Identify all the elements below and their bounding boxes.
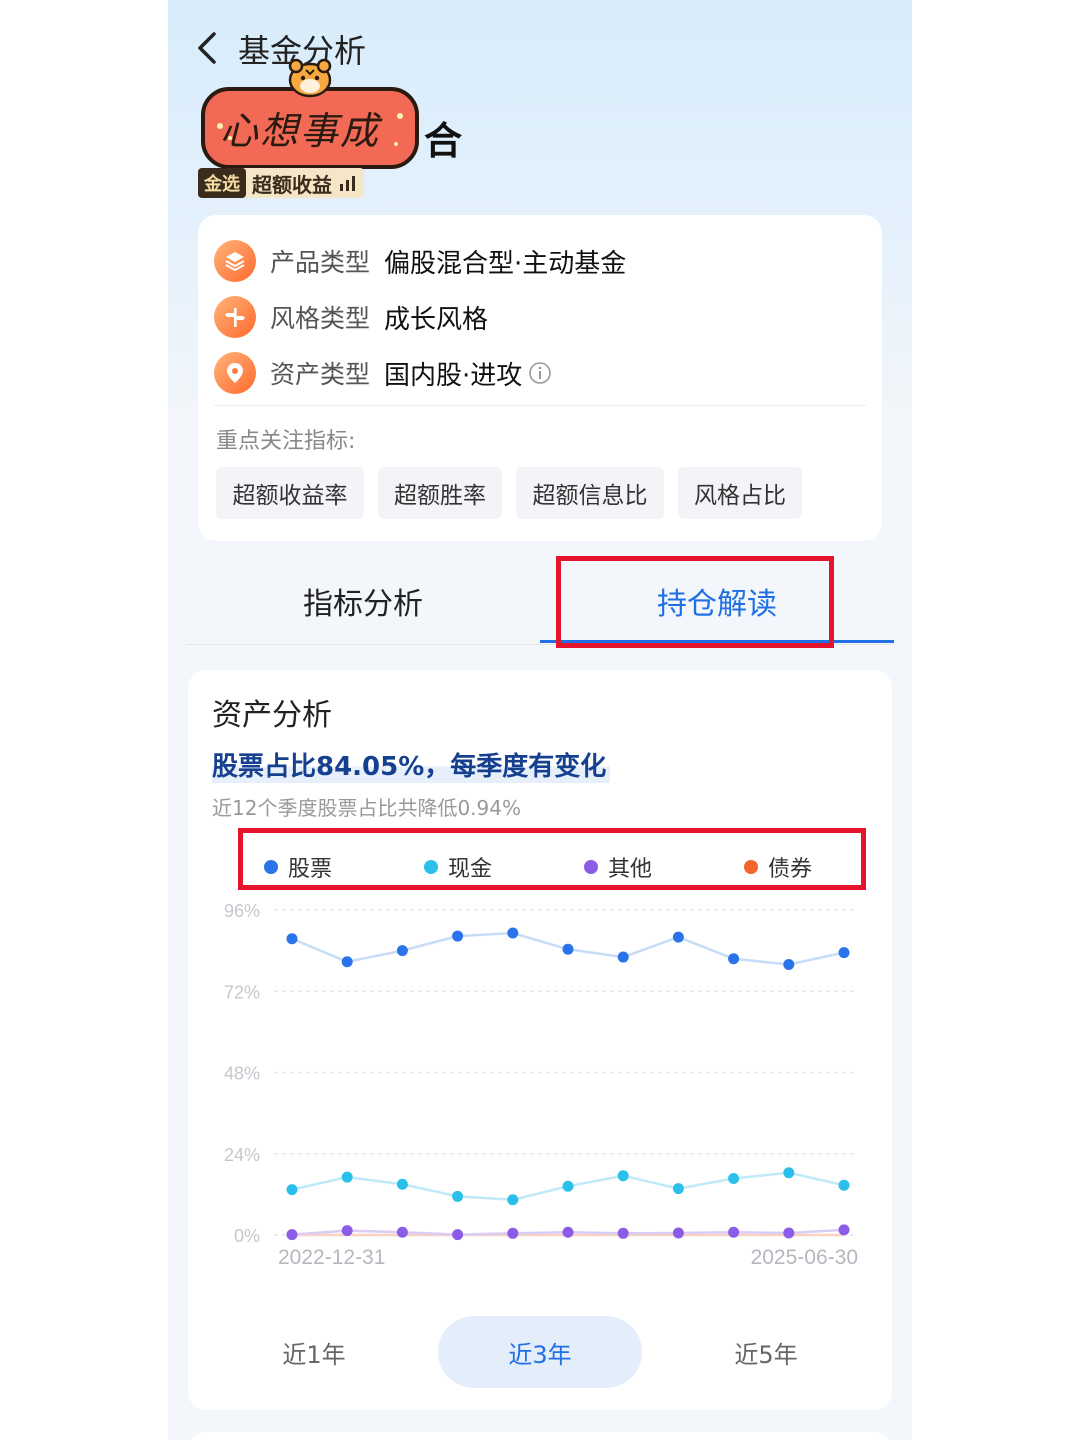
data-point — [562, 1180, 574, 1192]
fund-info-card: 产品类型 偏股混合型·主动基金 风格类型 成长风格 资产类型 国内股·进攻 重点… — [198, 215, 882, 541]
tab-divider — [186, 644, 894, 645]
tab-indicator-analysis[interactable]: 指标分析 — [186, 556, 540, 646]
data-point — [396, 1226, 408, 1238]
info-value: 国内股·进攻 — [384, 360, 523, 391]
layers-icon — [214, 240, 256, 282]
data-point — [838, 1179, 850, 1191]
legend-label: 债券 — [768, 857, 813, 882]
bar-chart-icon — [340, 176, 355, 191]
legend-item-bond[interactable]: 债券 — [744, 852, 812, 882]
info-circle-icon[interactable] — [528, 361, 552, 385]
info-label: 风格类型 — [270, 304, 371, 333]
tab-holdings-interpretation[interactable]: 持仓解读 — [540, 556, 894, 646]
chip-style-ratio[interactable]: 风格占比 — [678, 467, 802, 519]
y-tick-label: 96% — [224, 901, 260, 921]
legend-label: 其他 — [608, 857, 653, 882]
section-title: 资产分析 — [212, 698, 332, 733]
gold-select-badge: 金选 超额收益 — [198, 168, 364, 198]
legend-dot — [264, 860, 278, 874]
range-3y-button[interactable]: 近3年 — [438, 1316, 642, 1388]
asset-allocation-chart: 96% 72% 48% 24% 0% 2022-12-31 2025-06-30 — [224, 901, 858, 1269]
legend-item-other[interactable]: 其他 — [584, 852, 652, 882]
data-point — [783, 959, 795, 971]
data-point — [562, 1226, 574, 1238]
back-arrow-icon[interactable] — [190, 30, 226, 66]
badge-label: 超额收益 — [252, 172, 332, 197]
tiger-sticker-icon — [288, 58, 332, 98]
badge-tag: 金选 — [198, 168, 246, 198]
data-point — [452, 1190, 464, 1202]
legend-label: 股票 — [288, 857, 333, 882]
legend-item-cash[interactable]: 现金 — [424, 852, 492, 882]
data-point — [396, 1178, 408, 1190]
legend-item-stock[interactable]: 股票 — [264, 852, 332, 882]
location-pin-icon — [214, 352, 256, 394]
info-row-style-type: 风格类型 成长风格 — [214, 295, 488, 339]
data-point — [341, 1225, 353, 1237]
divider — [214, 405, 866, 406]
data-point — [286, 933, 298, 945]
asset-subtitle: 近12个季度股票占比共降低0.94% — [212, 796, 521, 820]
next-card-edge — [188, 1432, 892, 1440]
data-point — [728, 1172, 740, 1184]
data-point — [286, 1229, 298, 1241]
range-1y-button[interactable]: 近1年 — [216, 1316, 412, 1388]
y-tick-label: 0% — [234, 1226, 260, 1246]
chip-excess-return[interactable]: 超额收益率 — [216, 467, 364, 519]
data-point — [728, 1226, 740, 1238]
asset-analysis-card: 资产分析 股票占比84.05%，每季度有变化 近12个季度股票占比共降低0.94… — [188, 670, 892, 1410]
x-tick-label: 2022-12-31 — [278, 1246, 385, 1269]
y-tick-label: 24% — [224, 1145, 260, 1165]
range-5y-button[interactable]: 近5年 — [668, 1316, 864, 1388]
data-point — [838, 947, 850, 959]
y-tick-label: 72% — [224, 982, 260, 1002]
data-point — [452, 930, 464, 942]
data-point — [838, 1224, 850, 1236]
legend-label: 现金 — [448, 857, 493, 882]
data-point — [341, 956, 353, 968]
data-point — [341, 1171, 353, 1183]
data-point — [672, 1183, 684, 1195]
data-point — [396, 945, 408, 957]
legend-dot — [424, 860, 438, 874]
info-row-asset-type: 资产类型 国内股·进攻 — [214, 351, 552, 395]
legend-dot — [744, 860, 758, 874]
data-point — [507, 1227, 519, 1239]
data-point — [783, 1167, 795, 1179]
info-label: 产品类型 — [270, 248, 371, 277]
data-point — [617, 951, 629, 963]
data-point — [617, 1170, 629, 1182]
data-point — [507, 1194, 519, 1206]
data-point — [507, 927, 519, 939]
data-point — [728, 953, 740, 965]
data-point — [452, 1229, 464, 1241]
data-point — [562, 943, 574, 955]
data-point — [617, 1227, 629, 1239]
sticker-text: 心想事成 — [220, 109, 381, 153]
x-tick-label: 2025-06-30 — [751, 1246, 858, 1269]
info-label: 资产类型 — [270, 360, 371, 389]
data-point — [672, 1227, 684, 1239]
info-row-product-type: 产品类型 偏股混合型·主动基金 — [214, 239, 626, 283]
y-tick-label: 48% — [224, 1064, 260, 1084]
tab-bar: 指标分析 持仓解读 — [186, 556, 894, 646]
chip-excess-info-ratio[interactable]: 超额信息比 — [516, 467, 664, 519]
info-value: 偏股混合型·主动基金 — [384, 248, 627, 279]
signpost-icon — [214, 296, 256, 338]
chip-excess-win-rate[interactable]: 超额胜率 — [378, 467, 502, 519]
data-point — [672, 931, 684, 943]
asset-headline: 股票占比84.05%，每季度有变化 — [212, 746, 611, 783]
phone-screen: 基金分析 合 心想事成 金选 超额收益 产品类型 偏股混合型·主动基金 风格类型… — [168, 0, 912, 1440]
info-value: 成长风格 — [384, 304, 489, 335]
legend-dot — [584, 860, 598, 874]
data-point — [286, 1184, 298, 1196]
data-point — [783, 1227, 795, 1239]
active-tab-underline — [540, 640, 894, 643]
focus-indicators-label: 重点关注指标: — [216, 429, 356, 454]
fund-name: 合 — [424, 119, 463, 163]
